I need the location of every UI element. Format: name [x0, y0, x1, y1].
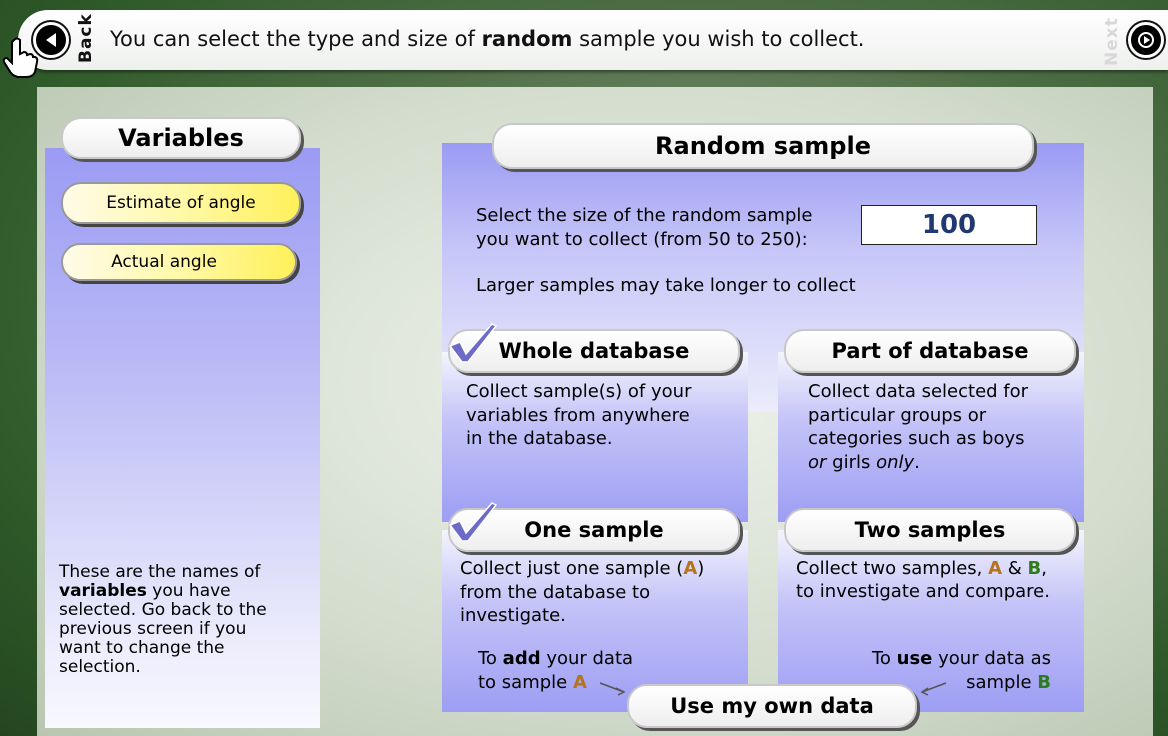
next-arrow-icon	[1138, 32, 1154, 48]
sample-size-prompt: Select the size of the random sample you…	[476, 205, 813, 250]
part-of-database-option[interactable]: Part of database	[784, 329, 1076, 373]
arrow-icon	[599, 682, 626, 696]
variables-help-text: These are the names of variables you hav…	[59, 562, 267, 677]
back-label[interactable]: Back	[76, 13, 96, 63]
pointer-hand-icon	[2, 37, 39, 78]
checkmark-icon	[448, 323, 498, 363]
arrow-icon	[920, 682, 947, 696]
variable-item-actual-angle[interactable]: Actual angle	[61, 243, 297, 281]
part-of-database-description: Collect data selected for particular gro…	[808, 381, 1029, 473]
random-sample-title: Random sample	[492, 123, 1034, 169]
next-button[interactable]	[1128, 22, 1164, 58]
checkmark-icon	[448, 502, 498, 542]
use-my-own-data-button[interactable]: Use my own data	[627, 684, 917, 728]
sample-size-note: Larger samples may take longer to collec…	[476, 275, 856, 296]
whole-database-description: Collect sample(s) of your variables from…	[466, 381, 692, 449]
instruction-text: You can select the type and size of rand…	[110, 27, 865, 51]
variables-title: Variables	[61, 117, 301, 159]
one-sample-description: Collect just one sample (A) from the dat…	[460, 558, 705, 626]
two-samples-option[interactable]: Two samples	[784, 508, 1076, 552]
variable-item-estimate-of-angle[interactable]: Estimate of angle	[61, 182, 301, 224]
back-arrow-icon	[46, 33, 56, 47]
next-label[interactable]: Next	[1102, 17, 1122, 66]
two-samples-description: Collect two samples, A & B, to investiga…	[796, 558, 1050, 602]
sample-size-input[interactable]: 100	[861, 205, 1037, 245]
